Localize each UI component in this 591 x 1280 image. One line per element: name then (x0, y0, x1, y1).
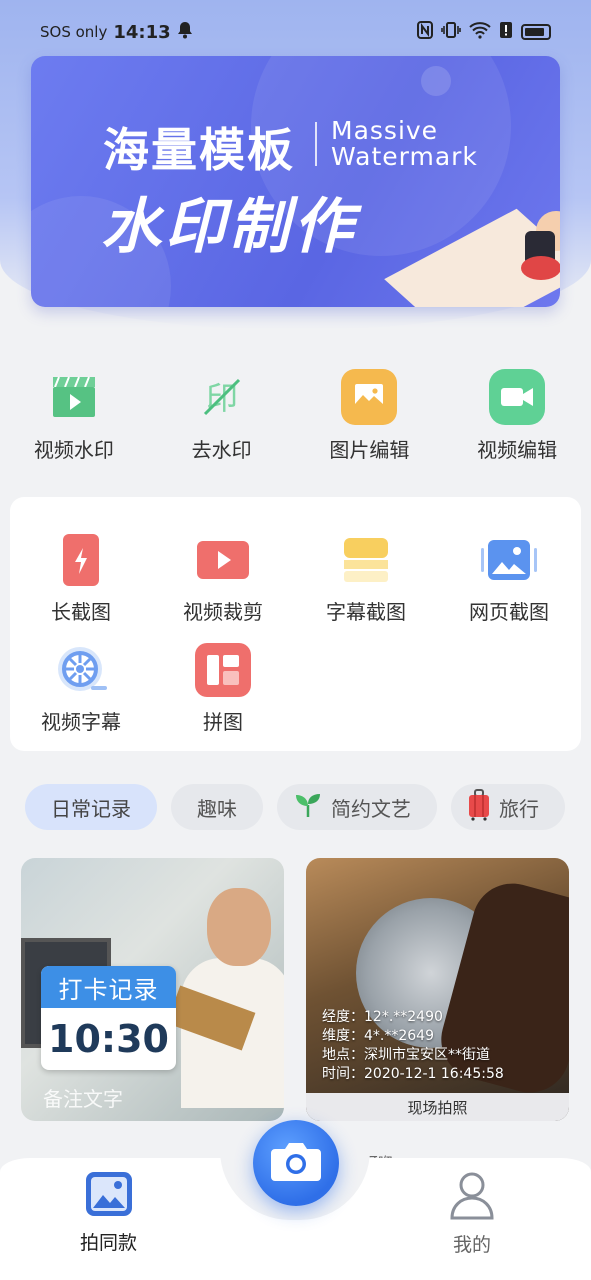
clock: 14:13 (113, 21, 171, 43)
category-chip-fun[interactable]: 趣味 (171, 784, 263, 830)
main-tools: 视频水印 印 去水印 图片编辑 视频编辑 (0, 368, 591, 468)
webpage-screenshot-icon (479, 530, 539, 590)
checkin-badge: 打卡记录 10:30 (41, 966, 176, 1070)
remove-watermark-icon: 印 (193, 368, 251, 426)
grid-video-subtitle[interactable]: 视频字幕 (10, 640, 152, 735)
category-chip-travel[interactable]: 旅行 (451, 784, 565, 830)
video-watermark-icon (45, 368, 103, 426)
category-tabs: 日常记录 趣味 简约文艺 旅行 (25, 784, 591, 830)
bell-icon (177, 21, 193, 44)
banner-main-title: 水印制作 (101, 192, 357, 262)
nfc-icon (417, 21, 433, 43)
tool-video-edit[interactable]: 视频编辑 (443, 368, 591, 468)
carrier-text: SOS only (40, 23, 108, 41)
tab-label: 拍同款 (80, 1232, 138, 1254)
timestamp-text: 时间：2020-12-1 16:45:58 (322, 1066, 504, 1082)
banner-divider (315, 122, 317, 166)
grid-long-screenshot[interactable]: 长截图 (10, 530, 152, 625)
tool-video-watermark[interactable]: 视频水印 (0, 368, 148, 468)
profile-icon (448, 1170, 496, 1224)
tool-remove-watermark[interactable]: 印 去水印 (148, 368, 296, 468)
status-bar: SOS only 14:13 (0, 0, 591, 64)
banner-title-cn: 海量模板 (103, 123, 295, 177)
video-edit-icon (488, 368, 546, 426)
camera-button[interactable] (253, 1120, 339, 1206)
wifi-icon (469, 21, 491, 43)
location-text: 地点：深圳市宝安区**街道 (322, 1047, 490, 1063)
tool-label: 图片编辑 (329, 438, 410, 462)
sprout-icon (293, 791, 323, 824)
grid-video-trim[interactable]: 视频裁剪 (152, 530, 294, 625)
stamp-ink-illustration (521, 256, 560, 280)
checkin-title: 打卡记录 (41, 966, 176, 1008)
grid-label: 视频字幕 (41, 710, 121, 734)
grid-collage[interactable]: 拼图 (152, 640, 294, 735)
subtitle-screenshot-icon (336, 530, 396, 590)
tab-label: 我的 (452, 1234, 491, 1256)
tool-image-edit[interactable]: 图片编辑 (296, 368, 444, 468)
video-trim-icon (193, 530, 253, 590)
tool-label: 视频编辑 (477, 438, 558, 462)
tool-label: 视频水印 (33, 438, 114, 462)
template-card-site-photo[interactable]: 经度：12*.**2490 维度：4*.**2649 地点：深圳市宝安区**街道… (306, 858, 569, 1121)
category-chip-minimal[interactable]: 简约文艺 (277, 784, 437, 830)
geo-info: 经度：12*.**2490 维度：4*.**2649 地点：深圳市宝安区**街道… (322, 1008, 504, 1084)
grid-label: 字幕截图 (326, 600, 406, 624)
grid-subtitle-screenshot[interactable]: 字幕截图 (295, 530, 437, 625)
checkin-time: 10:30 (48, 1017, 169, 1061)
grid-label: 视频裁剪 (183, 600, 263, 624)
grid-label: 网页截图 (469, 600, 549, 624)
long-screenshot-icon (51, 530, 111, 590)
grid-label: 长截图 (51, 600, 111, 624)
person-head-illustration (207, 888, 271, 966)
banner-title-en: Massive Watermark (331, 116, 478, 171)
vibrate-icon (441, 21, 461, 43)
battery-icon (521, 24, 551, 40)
alert-icon (499, 21, 513, 43)
collage-icon (193, 640, 253, 700)
camera-icon (269, 1139, 323, 1187)
grid-webpage-screenshot[interactable]: 网页截图 (438, 530, 580, 625)
longitude-text: 经度：12*.**2490 (322, 1009, 443, 1025)
tab-same-style[interactable]: 拍同款 (80, 1170, 137, 1255)
category-chip-daily[interactable]: 日常记录 (25, 784, 157, 830)
tab-mine[interactable]: 我的 (448, 1170, 496, 1257)
tool-label: 去水印 (191, 438, 252, 462)
template-card-checkin[interactable]: 打卡记录 10:30 备注文字 (21, 858, 284, 1121)
template-caption: 现场拍照 (306, 1093, 569, 1121)
feature-grid: 长截图 视频裁剪 字幕截图 网页截图 视频字幕 拼图 (10, 497, 581, 751)
image-edit-icon (340, 368, 398, 426)
gallery-icon (84, 1170, 134, 1222)
latitude-text: 维度：4*.**2649 (322, 1028, 434, 1044)
video-subtitle-icon (51, 640, 111, 700)
promo-banner[interactable]: 海量模板 Massive Watermark 水印制作 (31, 56, 560, 307)
grid-label: 拼图 (203, 710, 243, 734)
note-text: 备注文字 (43, 1087, 123, 1111)
suitcase-icon (467, 788, 491, 826)
